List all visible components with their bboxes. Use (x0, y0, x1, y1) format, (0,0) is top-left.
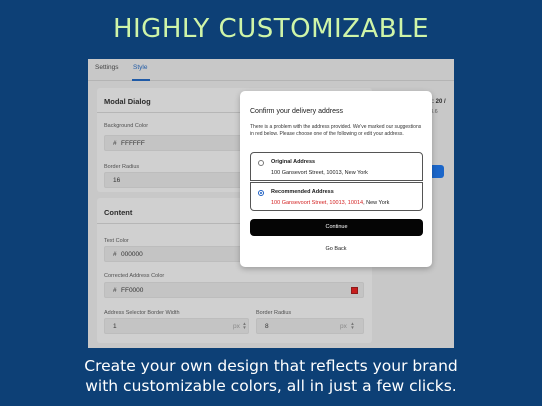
tab-bar: Settings Style (88, 59, 454, 81)
selector-border-radius-field[interactable]: 8 px ▲ ▼ (256, 318, 364, 334)
tab-style[interactable]: Style (133, 64, 147, 71)
zip-code-original: 10013, (327, 200, 347, 206)
card-title: Modal Dialog (104, 97, 151, 106)
address-selector-border-width-label: Address Selector Border Width (104, 310, 180, 316)
original-address-option[interactable]: Original Address 100 Gansevort Street, 1… (250, 152, 423, 181)
radio-button-selected[interactable] (258, 190, 264, 196)
address-confirmation-modal: Confirm your delivery address There is a… (240, 91, 432, 267)
corrected-address-color-value: FF0000 (121, 287, 144, 294)
continue-button[interactable]: Continue (250, 219, 423, 236)
corrected-address-color-field[interactable]: # FF0000 (104, 282, 364, 298)
corrected-zip: 10014 (346, 200, 364, 206)
card-title: Content (104, 208, 133, 217)
background-color-value: FFFFFF (121, 140, 145, 147)
caption-line-1: Create your own design that reflects you… (84, 357, 458, 375)
caption: Create your own design that reflects you… (0, 356, 542, 396)
border-width-value: 1 (113, 323, 117, 330)
hash-symbol: # (113, 251, 117, 258)
selector-border-radius-label: Border Radius (256, 310, 292, 316)
tab-settings[interactable]: Settings (95, 64, 119, 71)
unit-label: px (340, 323, 347, 330)
color-swatch[interactable] (351, 287, 358, 294)
active-tab-indicator (132, 79, 150, 81)
selector-border-radius-value: 8 (265, 323, 269, 330)
app-screenshot: Settings Style Modal Dialog Background C… (88, 59, 454, 348)
stepper-icon[interactable]: ▲ ▼ (350, 321, 355, 330)
text-color-value: 000000 (121, 251, 143, 258)
recommended-address-text: 100 Gansevoort Street, 10013, 10014, New… (271, 200, 389, 206)
go-back-link[interactable]: Go Back (240, 246, 432, 252)
background-color-label: Background Color (104, 123, 149, 129)
recommended-address-option[interactable]: Recommended Address 100 Gansevoort Stree… (250, 182, 423, 211)
caption-line-2: with customizable colors, all in just a … (85, 377, 457, 395)
radio-button[interactable] (258, 160, 264, 166)
modal-message: There is a problem with the address prov… (250, 124, 422, 137)
border-radius-label: Border Radius (104, 164, 140, 170)
stepper-icon[interactable]: ▲ ▼ (242, 321, 247, 330)
text-color-label: Text Color (104, 238, 129, 244)
city-text: , New York (363, 200, 390, 206)
corrected-address-color-label: Corrected Address Color (104, 273, 165, 279)
unit-label: px (233, 323, 240, 330)
hash-symbol: # (113, 287, 117, 294)
option-label: Original Address (271, 159, 316, 165)
headline: HIGHLY CUSTOMIZABLE (112, 14, 430, 44)
option-label: Recommended Address (271, 189, 334, 195)
corrected-street: 100 Gansevoort Street, (271, 200, 328, 206)
border-radius-value: 16 (113, 177, 121, 184)
original-address-text: 100 Gansevort Street, 10013, New York (271, 170, 368, 176)
address-selector-border-width-field[interactable]: 1 px ▲ ▼ (104, 318, 249, 334)
modal-title: Confirm your delivery address (250, 108, 343, 115)
hash-symbol: # (113, 140, 117, 147)
